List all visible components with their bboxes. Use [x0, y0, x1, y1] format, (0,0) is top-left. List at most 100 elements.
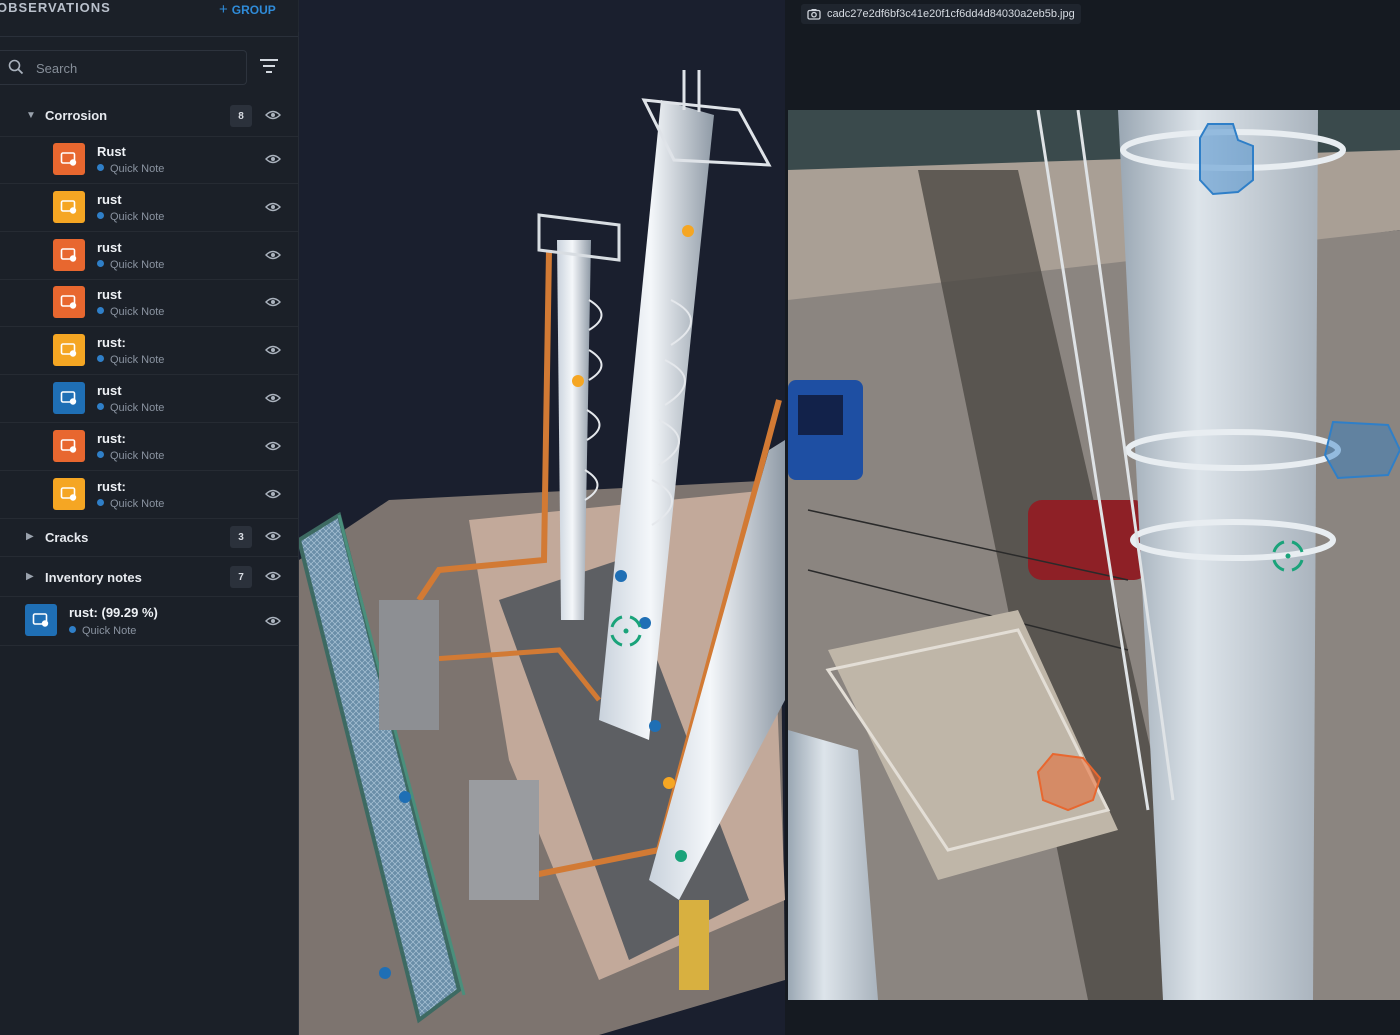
observation-item[interactable]: Rust Quick Note	[0, 137, 298, 184]
observations-sidebar: OBSERVATIONS +GROUP ▼ Corrosion 8 Rust Qu…	[0, 0, 299, 1035]
marker-blue[interactable]	[639, 617, 651, 629]
observation-subtitle-text: Quick Note	[110, 163, 165, 175]
group-count-badge: 7	[230, 566, 252, 588]
eye-icon[interactable]	[265, 200, 281, 218]
observation-subtitle-text: Quick Note	[110, 258, 165, 271]
status-dot	[97, 450, 104, 458]
status-dot	[97, 164, 104, 171]
observation-item[interactable]: rust: Quick Note	[0, 328, 298, 376]
marker-blue[interactable]	[399, 791, 411, 803]
caret-right-icon[interactable]: ▶	[26, 531, 34, 542]
search-input[interactable]	[34, 57, 238, 79]
observation-title: Rust	[97, 144, 126, 159]
observation-subtitle: Quick Note	[97, 498, 164, 510]
observation-item[interactable]: rust Quick Note	[0, 233, 298, 280]
observation-subtitle-text: Quick Note	[110, 402, 165, 414]
eye-icon[interactable]	[265, 439, 281, 457]
search-icon	[8, 59, 24, 75]
observation-item[interactable]: rust: Quick Note	[0, 472, 298, 519]
add-group-button[interactable]: + GROUP	[219, 1, 276, 18]
marker-blue[interactable]	[649, 720, 661, 732]
camera-icon	[807, 9, 821, 20]
observation-subtitle-text: Quick Note	[82, 625, 137, 637]
observation-subtitle: Quick Note	[97, 211, 164, 223]
observation-item[interactable]: rust: Quick Note	[0, 424, 298, 471]
eye-icon[interactable]	[265, 529, 281, 547]
status-dot	[97, 355, 104, 363]
observation-subtitle-text: Quick Note	[110, 306, 165, 319]
observation-subtitle-text: Quick Note	[110, 449, 165, 462]
observation-note-icon	[53, 382, 85, 414]
marker-blue[interactable]	[615, 570, 627, 582]
caret-right-icon[interactable]: ▶	[26, 571, 34, 582]
marker-amber[interactable]	[682, 225, 694, 237]
observation-title: rust:	[97, 478, 126, 494]
sidebar-header: OBSERVATIONS + GROUP	[0, 0, 298, 37]
plus-icon: +	[219, 1, 228, 18]
observation-title: rust: (99.29 %)	[69, 605, 158, 620]
group-label: Corrosion	[45, 108, 108, 123]
observation-subtitle: Quick Note	[97, 259, 164, 271]
observation-title: rust:	[97, 335, 126, 351]
group-count-badge: 3	[230, 526, 252, 548]
status-dot	[69, 626, 76, 633]
observation-note-icon	[53, 143, 85, 175]
eye-icon[interactable]	[265, 295, 281, 313]
observation-title: rust	[97, 191, 122, 207]
group-label: Cracks	[45, 530, 89, 545]
observation-note-icon	[53, 477, 85, 510]
inspection-photo[interactable]	[788, 110, 1400, 1000]
status-dot	[97, 498, 104, 506]
filename-chip: cadc27e2df6bf3c41e20f1cf6dd4d84030a2eb5b…	[801, 4, 1081, 24]
observation-subtitle-text: Quick Note	[110, 354, 165, 367]
status-dot	[97, 211, 104, 219]
observation-note-icon	[53, 334, 85, 367]
group-header-inventory-notes[interactable]: ▶ Inventory notes 7	[0, 558, 298, 597]
status-dot	[97, 403, 104, 410]
3d-model-viewer[interactable]	[299, 0, 785, 1035]
3d-scene[interactable]	[299, 0, 785, 1035]
marker-amber[interactable]	[663, 777, 675, 789]
observation-title: rust	[97, 239, 122, 255]
observation-subtitle: Quick Note	[97, 306, 164, 318]
status-dot	[97, 259, 104, 267]
observation-item-ungrouped[interactable]: rust: (99.29 %) Quick Note	[0, 598, 298, 646]
observation-item[interactable]: rust Quick Note	[0, 280, 298, 328]
eye-icon[interactable]	[265, 569, 281, 587]
marker-green[interactable]	[675, 850, 687, 862]
add-group-label: GROUP	[231, 3, 276, 17]
photo-image	[788, 110, 1400, 1000]
observation-subtitle-text: Quick Note	[110, 497, 165, 510]
photo-filename: cadc27e2df6bf3c41e20f1cf6dd4d84030a2eb5b…	[827, 8, 1075, 20]
eye-icon[interactable]	[265, 614, 281, 632]
caret-down-icon[interactable]: ▼	[26, 110, 36, 121]
eye-icon[interactable]	[265, 108, 281, 126]
annotation-blue-hex[interactable]	[1323, 420, 1400, 480]
observation-subtitle-text: Quick Note	[110, 210, 165, 223]
marker-blue[interactable]	[379, 967, 391, 979]
observation-note-icon	[25, 604, 57, 636]
observation-note-icon	[53, 429, 85, 462]
eye-icon[interactable]	[265, 487, 281, 505]
filter-icon[interactable]	[258, 57, 280, 75]
observation-subtitle: Quick Note	[97, 450, 164, 462]
group-label: Inventory notes	[45, 570, 142, 585]
observation-subtitle: Quick Note	[97, 402, 164, 414]
observation-note-icon	[53, 238, 85, 271]
group-header-cracks[interactable]: ▶ Cracks 3	[0, 518, 298, 557]
group-count-badge: 8	[230, 105, 252, 127]
eye-icon[interactable]	[265, 248, 281, 266]
photo-panel: cadc27e2df6bf3c41e20f1cf6dd4d84030a2eb5b…	[785, 0, 1400, 1035]
observation-title: rust:	[97, 430, 126, 446]
observation-subtitle: Quick Note	[69, 625, 136, 637]
group-header-corrosion[interactable]: ▼ Corrosion 8	[0, 96, 298, 137]
marker-amber[interactable]	[572, 375, 584, 387]
eye-icon[interactable]	[265, 152, 281, 170]
observation-title: rust	[97, 287, 122, 303]
sidebar-title: OBSERVATIONS	[0, 0, 111, 15]
eye-icon[interactable]	[265, 343, 281, 361]
status-dot	[97, 307, 104, 315]
observation-item[interactable]: rust Quick Note	[0, 376, 298, 423]
eye-icon[interactable]	[265, 391, 281, 409]
observation-item[interactable]: rust Quick Note	[0, 185, 298, 232]
